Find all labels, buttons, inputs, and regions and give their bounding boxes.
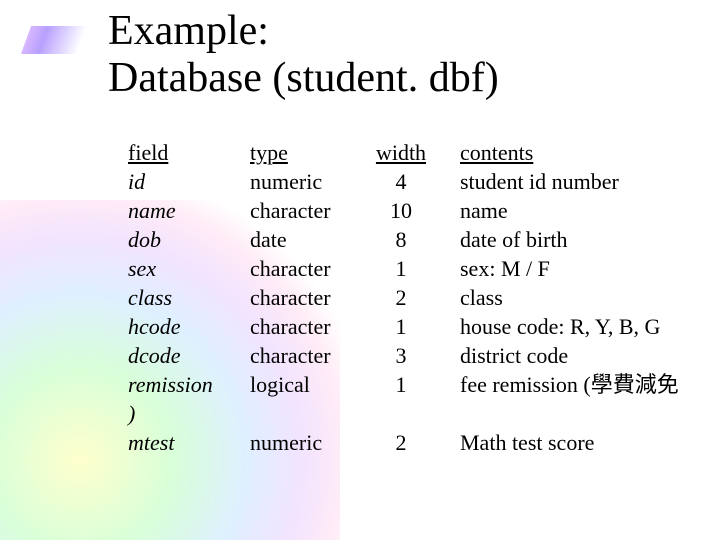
width-cell: 2 — [366, 283, 436, 312]
field-cell: class — [128, 283, 250, 312]
contents-cell: Math test score — [460, 428, 710, 457]
field-cell: name — [128, 196, 250, 225]
field-cell: hcode — [128, 312, 250, 341]
contents-cell: class — [460, 283, 710, 312]
field-cell: id — [128, 167, 250, 196]
spacer — [250, 399, 366, 428]
header-contents: contents — [460, 138, 710, 167]
title-line-2: Database (student. dbf) — [108, 55, 499, 102]
col-contents: contents student id number name date of … — [460, 138, 710, 457]
width-cell: 4 — [366, 167, 436, 196]
broken-paren: ) — [128, 399, 250, 428]
type-cell: numeric — [250, 428, 366, 457]
field-cell: remission — [128, 370, 250, 399]
width-cell: 1 — [366, 312, 436, 341]
width-cell: 3 — [366, 341, 436, 370]
contents-cell: sex: M / F — [460, 254, 710, 283]
type-cell: date — [250, 225, 366, 254]
type-cell: numeric — [250, 167, 366, 196]
field-cell: dob — [128, 225, 250, 254]
field-cell: mtest — [128, 428, 250, 457]
header-width: width — [366, 138, 436, 167]
spacer — [460, 399, 710, 428]
contents-cell: district code — [460, 341, 710, 370]
col-width: width 4 10 8 1 2 1 3 1 2 — [366, 138, 436, 457]
title-line-1: Example: — [108, 8, 499, 55]
contents-cell: name — [460, 196, 710, 225]
contents-cell: student id number — [460, 167, 710, 196]
width-cell: 1 — [366, 254, 436, 283]
type-cell: character — [250, 254, 366, 283]
type-cell: logical — [250, 370, 366, 399]
type-cell: character — [250, 312, 366, 341]
width-cell: 10 — [366, 196, 436, 225]
width-cell: 2 — [366, 428, 436, 457]
field-cell: dcode — [128, 341, 250, 370]
header-field: field — [128, 138, 250, 167]
type-cell: character — [250, 283, 366, 312]
width-cell: 8 — [366, 225, 436, 254]
header-type: type — [250, 138, 366, 167]
type-cell: character — [250, 341, 366, 370]
field-cell: sex — [128, 254, 250, 283]
contents-cell: date of birth — [460, 225, 710, 254]
col-field: field id name dob sex class hcode dcode … — [128, 138, 250, 457]
contents-cell: fee remission (學費減免 — [460, 370, 710, 399]
type-cell: character — [250, 196, 366, 225]
slide-title: Example: Database (student. dbf) — [108, 8, 499, 102]
title-bullet-icon — [21, 26, 87, 54]
width-cell: 1 — [366, 370, 436, 399]
col-type: type numeric character date character ch… — [250, 138, 366, 457]
schema-table: field id name dob sex class hcode dcode … — [128, 138, 710, 457]
contents-cell: house code: R, Y, B, G — [460, 312, 710, 341]
spacer — [366, 399, 436, 428]
